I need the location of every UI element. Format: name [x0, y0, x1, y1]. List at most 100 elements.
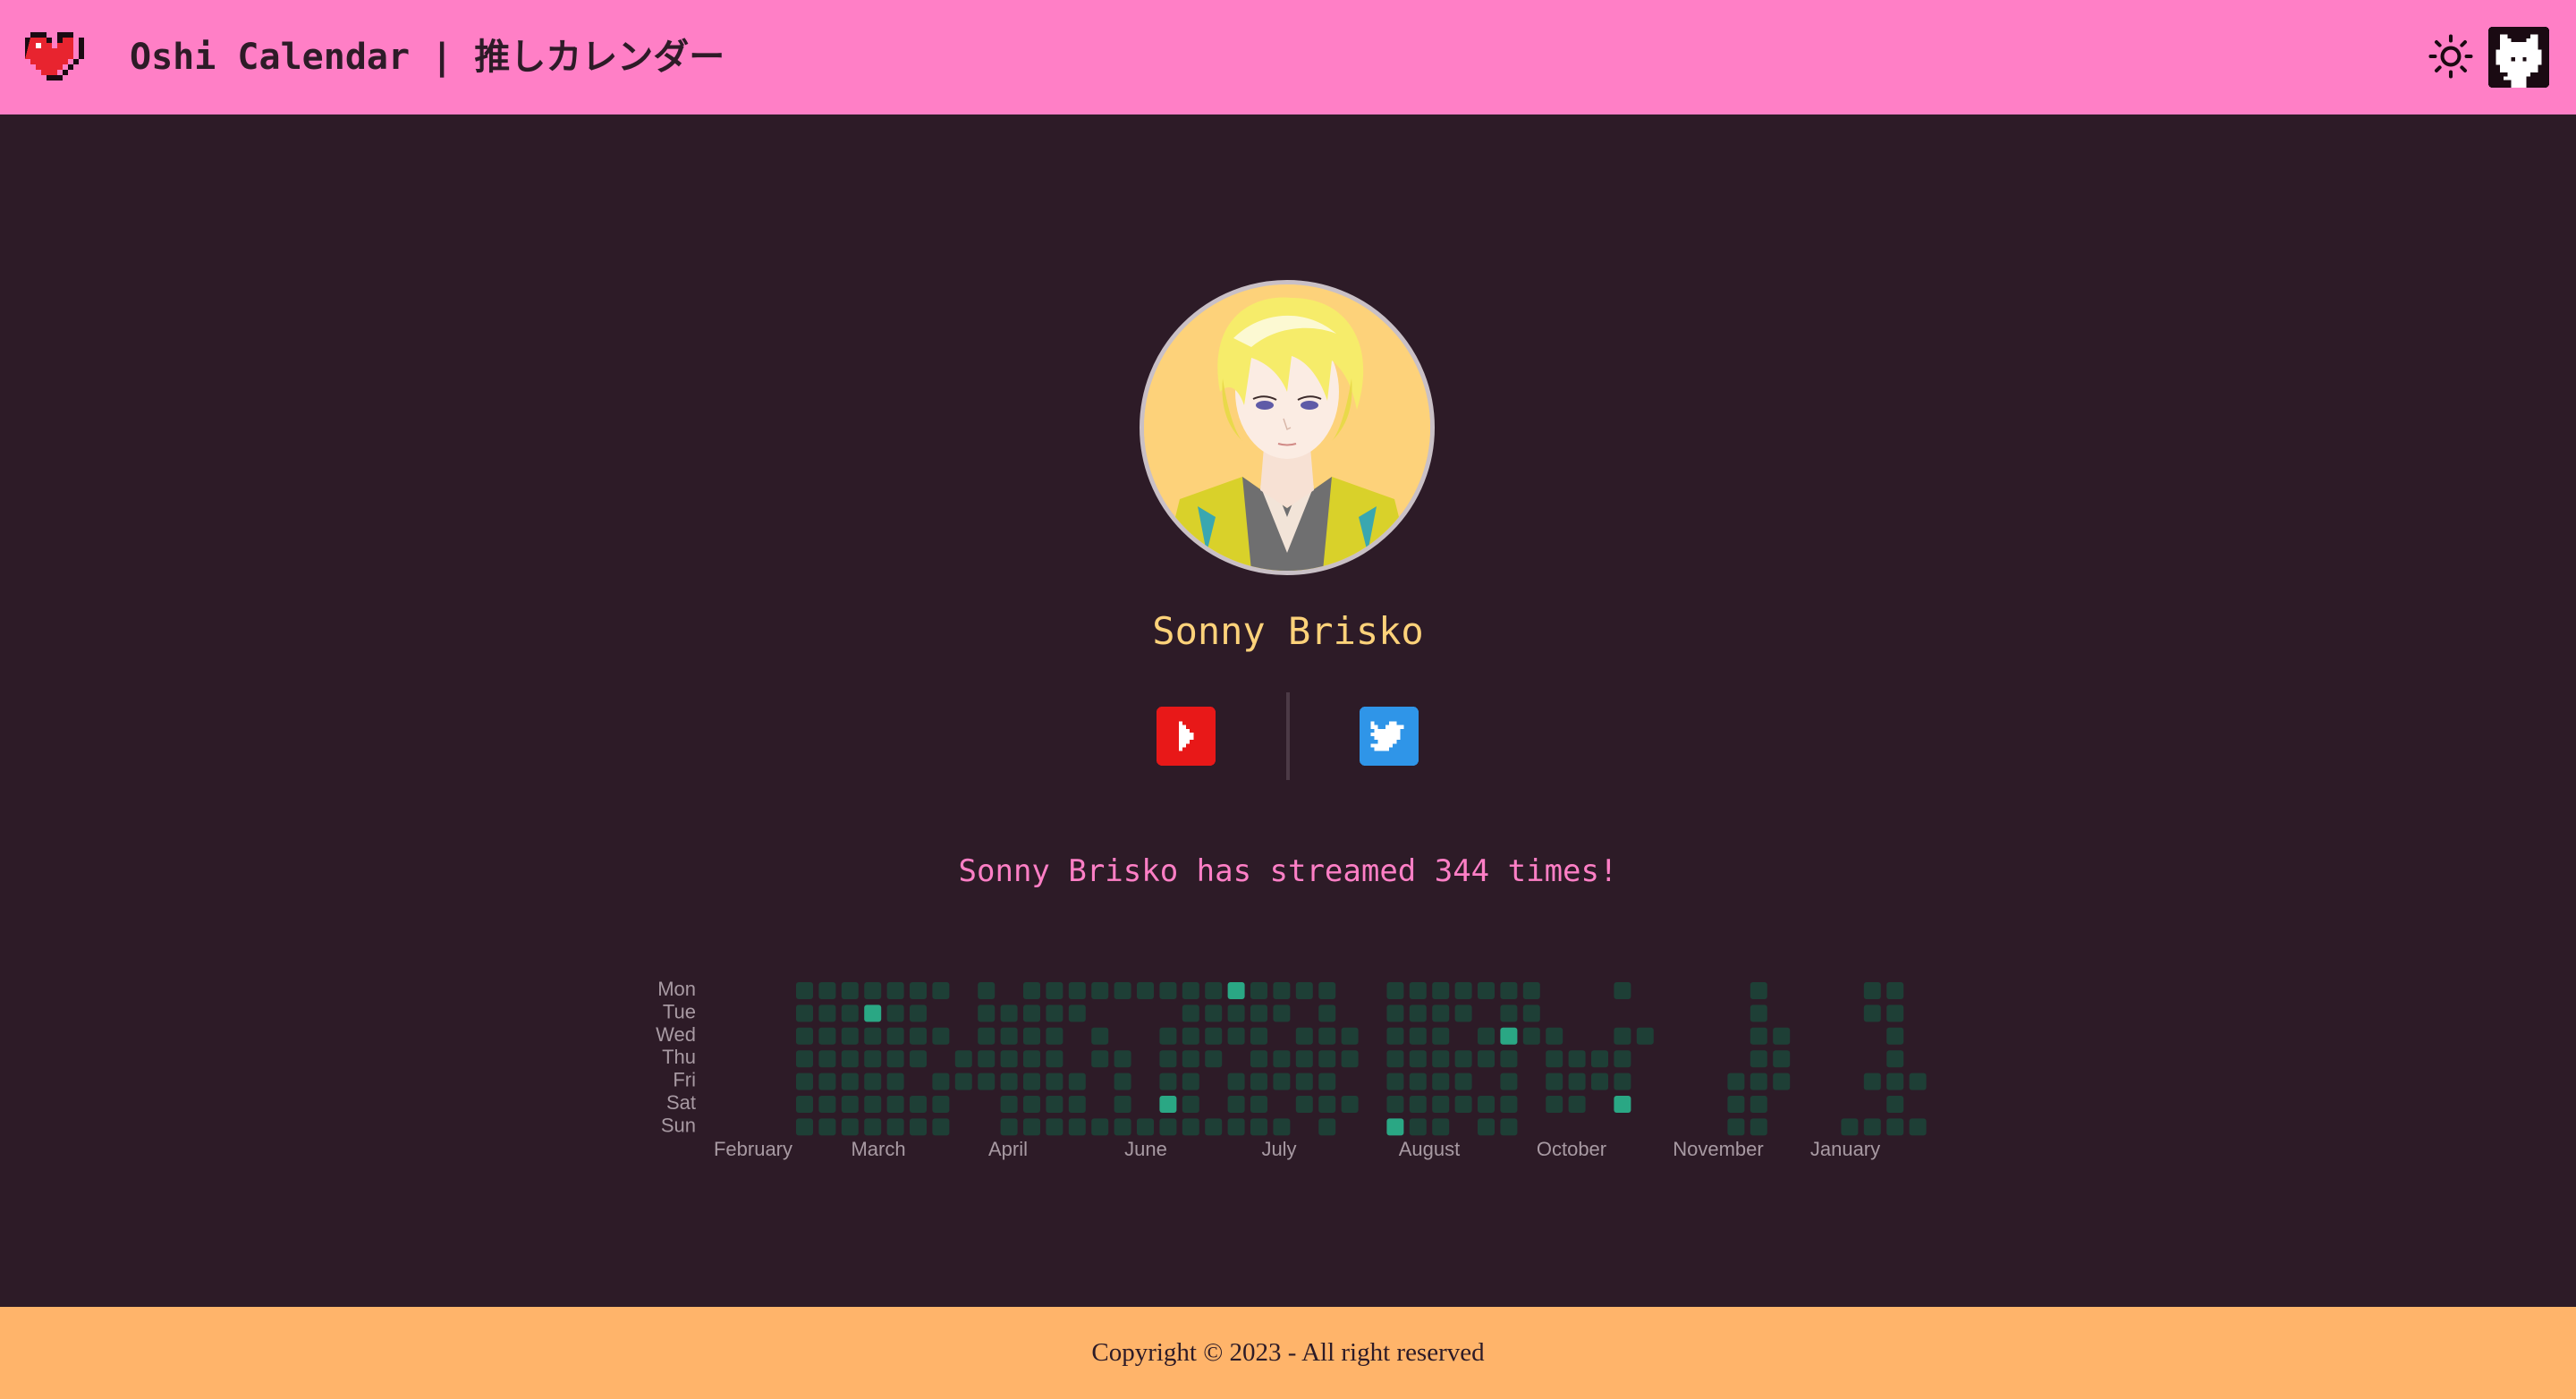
stream-day-cell[interactable]	[1205, 1005, 1223, 1022]
stream-day-cell[interactable]	[1432, 1118, 1450, 1136]
stream-day-cell[interactable]	[1205, 982, 1223, 999]
stream-day-cell[interactable]	[1454, 1073, 1472, 1090]
stream-day-cell[interactable]	[1886, 1050, 1904, 1068]
stream-day-cell[interactable]	[1614, 982, 1631, 999]
stream-day-cell[interactable]	[1068, 1073, 1086, 1090]
stream-day-cell[interactable]	[1750, 1073, 1767, 1090]
stream-day-cell[interactable]	[1091, 1118, 1109, 1136]
stream-day-cell[interactable]	[1568, 1073, 1586, 1090]
stream-day-cell[interactable]	[864, 1005, 882, 1022]
stream-day-cell[interactable]	[1091, 982, 1109, 999]
stream-day-cell[interactable]	[1386, 1096, 1404, 1113]
stream-day-cell[interactable]	[1273, 1073, 1291, 1090]
stream-day-cell[interactable]	[1500, 1050, 1518, 1068]
stream-day-cell[interactable]	[1182, 1096, 1199, 1113]
stream-day-cell[interactable]	[1068, 1118, 1086, 1136]
stream-day-cell[interactable]	[1273, 1118, 1291, 1136]
stream-day-cell[interactable]	[932, 1118, 950, 1136]
stream-day-cell[interactable]	[818, 1027, 836, 1045]
stream-day-cell[interactable]	[1273, 1050, 1291, 1068]
stream-day-cell[interactable]	[1386, 1118, 1404, 1136]
stream-day-cell[interactable]	[1023, 1005, 1040, 1022]
pixel-heart-icon[interactable]	[25, 27, 84, 86]
stream-day-cell[interactable]	[978, 982, 996, 999]
stream-day-cell[interactable]	[864, 1050, 882, 1068]
stream-day-cell[interactable]	[1454, 1050, 1472, 1068]
stream-day-cell[interactable]	[1432, 1027, 1450, 1045]
stream-day-cell[interactable]	[910, 982, 927, 999]
stream-day-cell[interactable]	[886, 1005, 904, 1022]
stream-day-cell[interactable]	[1295, 982, 1313, 999]
stream-day-cell[interactable]	[1773, 1050, 1791, 1068]
stream-day-cell[interactable]	[1478, 982, 1495, 999]
stream-day-cell[interactable]	[1159, 1073, 1177, 1090]
stream-day-cell[interactable]	[1546, 1096, 1563, 1113]
stream-day-cell[interactable]	[1546, 1050, 1563, 1068]
stream-day-cell[interactable]	[1023, 1118, 1040, 1136]
stream-day-cell[interactable]	[1205, 1027, 1223, 1045]
stream-day-cell[interactable]	[1750, 1027, 1767, 1045]
stream-day-cell[interactable]	[841, 982, 859, 999]
stream-day-cell[interactable]	[818, 1073, 836, 1090]
stream-day-cell[interactable]	[1727, 1073, 1745, 1090]
stream-day-cell[interactable]	[1318, 1118, 1336, 1136]
stream-day-cell[interactable]	[1386, 1005, 1404, 1022]
stream-day-cell[interactable]	[1046, 1096, 1063, 1113]
stream-day-cell[interactable]	[1114, 1096, 1131, 1113]
stream-day-cell[interactable]	[1500, 1005, 1518, 1022]
stream-day-cell[interactable]	[796, 982, 813, 999]
stream-day-cell[interactable]	[1409, 1005, 1427, 1022]
stream-day-cell[interactable]	[1409, 1118, 1427, 1136]
stream-day-cell[interactable]	[1000, 1050, 1018, 1068]
stream-day-cell[interactable]	[1114, 1118, 1131, 1136]
stream-day-cell[interactable]	[1546, 1073, 1563, 1090]
stream-day-cell[interactable]	[1227, 1096, 1245, 1113]
stream-day-cell[interactable]	[1295, 1050, 1313, 1068]
stream-day-cell[interactable]	[910, 1005, 927, 1022]
stream-day-cell[interactable]	[1614, 1050, 1631, 1068]
stream-day-cell[interactable]	[1046, 1118, 1063, 1136]
stream-day-cell[interactable]	[1500, 1118, 1518, 1136]
stream-day-cell[interactable]	[1137, 982, 1154, 999]
stream-day-cell[interactable]	[910, 1050, 927, 1068]
stream-day-cell[interactable]	[886, 1073, 904, 1090]
stream-day-cell[interactable]	[864, 1118, 882, 1136]
stream-day-cell[interactable]	[1182, 1027, 1199, 1045]
stream-day-cell[interactable]	[864, 982, 882, 999]
stream-day-cell[interactable]	[1886, 1073, 1904, 1090]
stream-day-cell[interactable]	[1568, 1096, 1586, 1113]
stream-day-cell[interactable]	[886, 1096, 904, 1113]
stream-day-cell[interactable]	[1068, 1005, 1086, 1022]
stream-day-cell[interactable]	[1068, 982, 1086, 999]
stream-day-cell[interactable]	[796, 1118, 813, 1136]
stream-day-cell[interactable]	[910, 1118, 927, 1136]
stream-day-cell[interactable]	[796, 1050, 813, 1068]
stream-day-cell[interactable]	[1250, 1073, 1267, 1090]
stream-day-cell[interactable]	[978, 1073, 996, 1090]
stream-day-cell[interactable]	[1341, 1096, 1359, 1113]
stream-day-cell[interactable]	[1863, 1073, 1881, 1090]
stream-day-cell[interactable]	[886, 1118, 904, 1136]
stream-day-cell[interactable]	[1863, 1118, 1881, 1136]
stream-day-cell[interactable]	[1318, 1073, 1336, 1090]
stream-day-cell[interactable]	[1114, 1050, 1131, 1068]
stream-day-cell[interactable]	[1478, 1118, 1495, 1136]
stream-day-cell[interactable]	[1182, 1118, 1199, 1136]
stream-day-cell[interactable]	[1341, 1027, 1359, 1045]
stream-day-cell[interactable]	[954, 1073, 972, 1090]
stream-day-cell[interactable]	[1522, 982, 1540, 999]
stream-day-cell[interactable]	[1159, 1118, 1177, 1136]
stream-day-cell[interactable]	[1000, 1073, 1018, 1090]
stream-day-cell[interactable]	[1636, 1027, 1654, 1045]
stream-day-cell[interactable]	[818, 982, 836, 999]
stream-day-cell[interactable]	[1091, 1027, 1109, 1045]
stream-day-cell[interactable]	[1432, 982, 1450, 999]
stream-day-cell[interactable]	[1159, 982, 1177, 999]
stream-day-cell[interactable]	[1500, 1073, 1518, 1090]
stream-day-cell[interactable]	[1023, 1096, 1040, 1113]
stream-day-cell[interactable]	[1886, 1005, 1904, 1022]
stream-day-cell[interactable]	[1478, 1050, 1495, 1068]
github-icon[interactable]	[2488, 27, 2549, 88]
app-title[interactable]: Oshi Calendar | 推しカレンダー	[130, 30, 724, 84]
stream-day-cell[interactable]	[1046, 1027, 1063, 1045]
